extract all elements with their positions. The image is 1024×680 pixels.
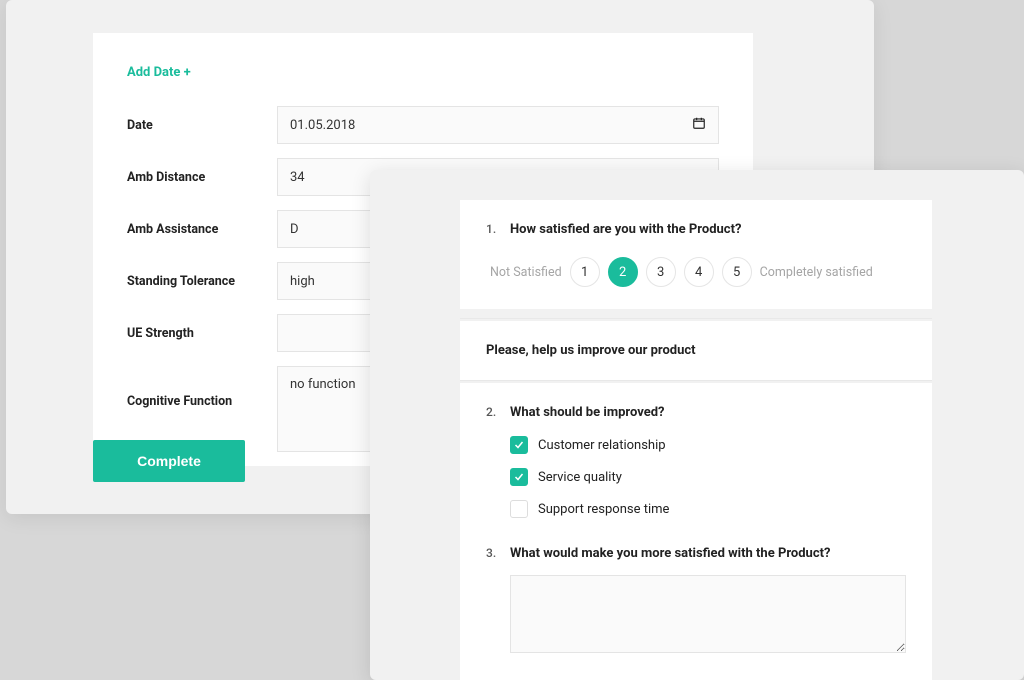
field-amb-distance-label: Amb Distance <box>127 170 277 185</box>
rating-option-1[interactable]: 1 <box>570 257 600 287</box>
field-date-input[interactable]: 01.05.2018 <box>277 106 719 144</box>
rating-option-4[interactable]: 4 <box>684 257 714 287</box>
q1-rating-scale: Not Satisfied 1 2 3 4 5 Completely satis… <box>490 257 906 287</box>
field-amb-assistance-label: Amb Assistance <box>127 222 277 237</box>
checkbox-icon <box>510 468 528 486</box>
complete-button[interactable]: Complete <box>93 440 245 482</box>
q1-number: 1. <box>486 222 502 237</box>
q3-number: 3. <box>486 546 502 561</box>
rating-anchor-high: Completely satisfied <box>760 265 873 280</box>
divider <box>460 318 932 319</box>
checkbox-label: Support response time <box>538 502 669 517</box>
field-date: Date 01.05.2018 <box>127 106 719 144</box>
field-ue-strength-label: UE Strength <box>127 326 277 341</box>
survey-q1-card: 1. How satisfied are you with the Produc… <box>460 200 932 309</box>
checkbox-icon <box>510 436 528 454</box>
add-date-link[interactable]: Add Date + <box>127 65 191 80</box>
rating-option-5[interactable]: 5 <box>722 257 752 287</box>
field-cognitive-function-label: Cognitive Function <box>127 366 277 409</box>
checkbox-label: Customer relationship <box>538 438 666 453</box>
survey-q2-q3-card: 2. What should be improved? Customer rel… <box>460 383 932 680</box>
survey-panel-background: 1. How satisfied are you with the Produc… <box>370 170 1024 680</box>
q3-textarea[interactable] <box>510 575 906 653</box>
divider <box>460 380 932 381</box>
checkbox-icon <box>510 500 528 518</box>
checkbox-support-response-time[interactable]: Support response time <box>510 500 906 518</box>
field-date-label: Date <box>127 118 277 133</box>
q2-options: Customer relationship Service quality Su… <box>510 436 906 518</box>
field-standing-tolerance-label: Standing Tolerance <box>127 274 277 289</box>
rating-anchor-low: Not Satisfied <box>490 265 562 280</box>
q1-text: How satisfied are you with the Product? <box>510 222 741 237</box>
calendar-icon <box>692 116 706 134</box>
checkbox-service-quality[interactable]: Service quality <box>510 468 906 486</box>
survey-subtitle-card: Please, help us improve our product <box>460 321 932 380</box>
rating-option-3[interactable]: 3 <box>646 257 676 287</box>
q2-text: What should be improved? <box>510 405 665 420</box>
field-date-value: 01.05.2018 <box>290 118 355 133</box>
q3-text: What would make you more satisfied with … <box>510 546 830 561</box>
q2-number: 2. <box>486 405 502 420</box>
survey-subtitle: Please, help us improve our product <box>486 343 906 358</box>
checkbox-customer-relationship[interactable]: Customer relationship <box>510 436 906 454</box>
checkbox-label: Service quality <box>538 470 622 485</box>
rating-option-2[interactable]: 2 <box>608 257 638 287</box>
